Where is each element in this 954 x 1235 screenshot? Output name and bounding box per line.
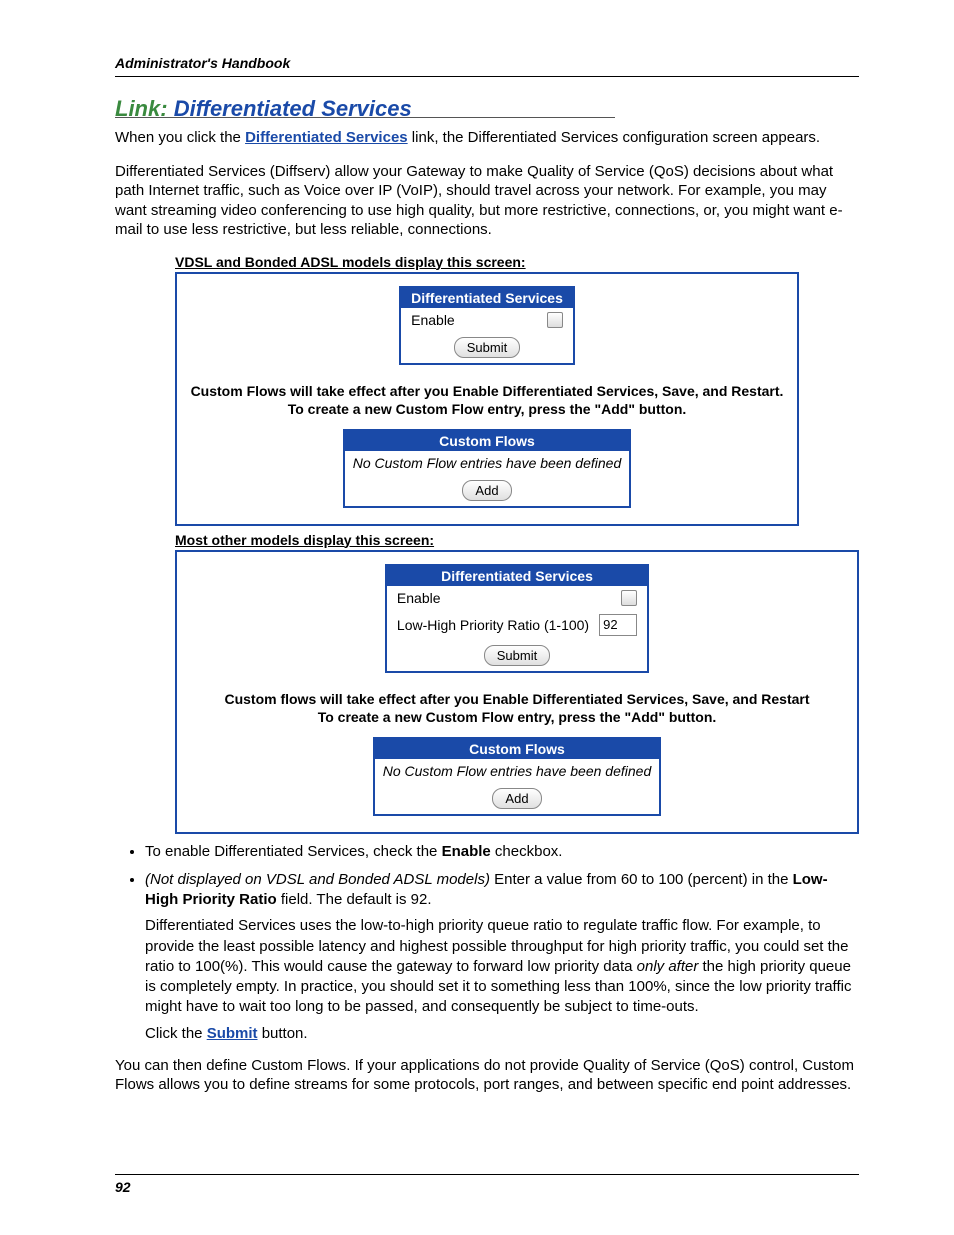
custom-flows-header-1: Custom Flows [345,431,629,451]
page-number: 92 [115,1179,131,1195]
custom-flows-header-2: Custom Flows [375,739,659,759]
panel2-note1: Custom flows will take effect after you … [187,691,847,707]
header-title: Administrator's Handbook [115,55,290,71]
panel-vdsl: Differentiated Services Enable Submit Cu… [175,272,799,526]
submit-button-2[interactable]: Submit [484,645,550,666]
ratio-label: Low-High Priority Ratio (1-100) [397,617,589,633]
panel1-caption: VDSL and Bonded ADSL models display this… [175,254,859,270]
page-header: Administrator's Handbook [115,55,859,77]
instruction-list: To enable Differentiated Services, check… [115,842,859,1044]
custom-flows-table-1: Custom Flows No Custom Flow entries have… [343,429,631,508]
ratio-input[interactable] [599,614,637,636]
panel1-note2: To create a new Custom Flow entry, press… [187,401,787,417]
panel2-note2: To create a new Custom Flow entry, press… [187,709,847,725]
diffserv-table-1: Differentiated Services Enable Submit [399,286,575,365]
diffserv-table-2-header: Differentiated Services [387,566,647,586]
panel1-note1: Custom Flows will take effect after you … [187,383,787,399]
page-footer: 92 [115,1174,859,1195]
custom-flows-empty-1: No Custom Flow entries have been defined [345,451,629,475]
custom-flows-table-2: Custom Flows No Custom Flow entries have… [373,737,661,816]
enable-label-2: Enable [397,590,441,606]
custom-flows-empty-2: No Custom Flow entries have been defined [375,759,659,783]
diffserv-table-1-header: Differentiated Services [401,288,573,308]
list-item: To enable Differentiated Services, check… [145,842,859,862]
heading-link-label: Link: [115,96,168,121]
submit-link[interactable]: Submit [207,1025,258,1042]
differentiated-services-link[interactable]: Differentiated Services [245,129,408,146]
outro-paragraph: You can then define Custom Flows. If you… [115,1056,859,1095]
panel-other: Differentiated Services Enable Low-High … [175,550,859,834]
enable-label-1: Enable [411,312,455,328]
add-button-1[interactable]: Add [462,480,511,501]
add-button-2[interactable]: Add [492,788,541,809]
enable-checkbox-1[interactable] [547,312,563,328]
section-heading: Link: Differentiated Services [115,96,859,122]
submit-button-1[interactable]: Submit [454,337,520,358]
heading-title: Differentiated Services [174,96,412,121]
intro-paragraph-1: When you click the Differentiated Servic… [115,128,859,148]
list-item: (Not displayed on VDSL and Bonded ADSL m… [145,870,859,1044]
enable-checkbox-2[interactable] [621,590,637,606]
intro-paragraph-2: Differentiated Services (Diffserv) allow… [115,162,859,240]
diffserv-table-2: Differentiated Services Enable Low-High … [385,564,649,673]
panel2-caption: Most other models display this screen: [175,532,859,548]
